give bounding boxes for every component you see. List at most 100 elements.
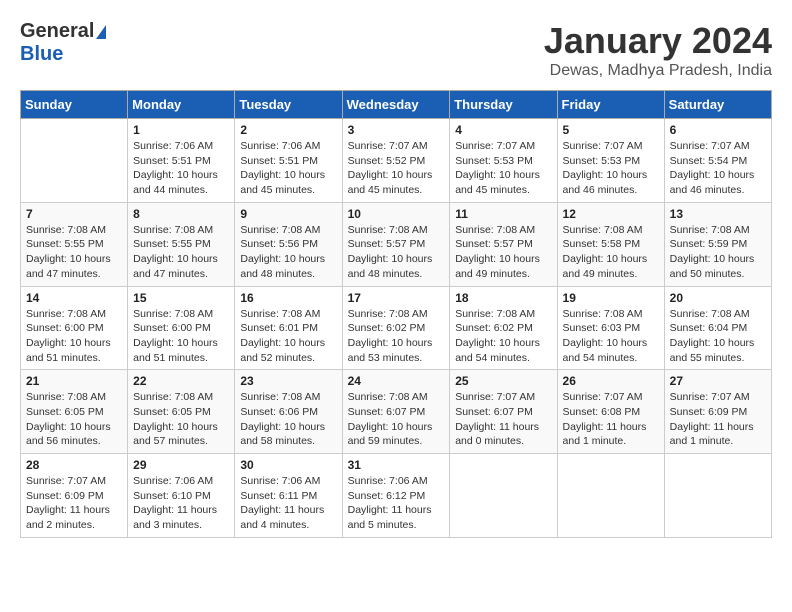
table-row: 7 Sunrise: 7:08 AMSunset: 5:55 PMDayligh… <box>21 202 128 286</box>
day-number: 18 <box>455 291 551 305</box>
day-number: 11 <box>455 207 551 221</box>
calendar-table: Sunday Monday Tuesday Wednesday Thursday… <box>20 90 772 538</box>
day-number: 14 <box>26 291 122 305</box>
day-info: Sunrise: 7:07 AMSunset: 6:07 PMDaylight:… <box>455 390 551 449</box>
table-row: 17 Sunrise: 7:08 AMSunset: 6:02 PMDaylig… <box>342 286 450 370</box>
table-row: 9 Sunrise: 7:08 AMSunset: 5:56 PMDayligh… <box>235 202 342 286</box>
day-info: Sunrise: 7:06 AMSunset: 5:51 PMDaylight:… <box>240 139 336 198</box>
day-number: 26 <box>563 374 659 388</box>
table-row: 31 Sunrise: 7:06 AMSunset: 6:12 PMDaylig… <box>342 454 450 538</box>
table-row: 12 Sunrise: 7:08 AMSunset: 5:58 PMDaylig… <box>557 202 664 286</box>
table-row: 23 Sunrise: 7:08 AMSunset: 6:06 PMDaylig… <box>235 370 342 454</box>
header-wednesday: Wednesday <box>342 91 450 119</box>
table-row: 5 Sunrise: 7:07 AMSunset: 5:53 PMDayligh… <box>557 119 664 203</box>
day-info: Sunrise: 7:08 AMSunset: 5:58 PMDaylight:… <box>563 223 659 282</box>
day-info: Sunrise: 7:07 AMSunset: 5:53 PMDaylight:… <box>563 139 659 198</box>
table-row: 18 Sunrise: 7:08 AMSunset: 6:02 PMDaylig… <box>450 286 557 370</box>
day-number: 27 <box>670 374 766 388</box>
table-row: 28 Sunrise: 7:07 AMSunset: 6:09 PMDaylig… <box>21 454 128 538</box>
header-sunday: Sunday <box>21 91 128 119</box>
day-info: Sunrise: 7:08 AMSunset: 6:06 PMDaylight:… <box>240 390 336 449</box>
header-thursday: Thursday <box>450 91 557 119</box>
day-info: Sunrise: 7:08 AMSunset: 6:02 PMDaylight:… <box>455 307 551 366</box>
location-title: Dewas, Madhya Pradesh, India <box>544 62 772 80</box>
table-row <box>664 454 771 538</box>
day-number: 4 <box>455 123 551 137</box>
page-header: General Blue January 2024 Dewas, Madhya … <box>20 20 772 80</box>
title-section: January 2024 Dewas, Madhya Pradesh, Indi… <box>544 20 772 80</box>
table-row: 29 Sunrise: 7:06 AMSunset: 6:10 PMDaylig… <box>128 454 235 538</box>
header-tuesday: Tuesday <box>235 91 342 119</box>
day-info: Sunrise: 7:08 AMSunset: 6:01 PMDaylight:… <box>240 307 336 366</box>
logo-general-text: General <box>20 20 94 43</box>
table-row: 25 Sunrise: 7:07 AMSunset: 6:07 PMDaylig… <box>450 370 557 454</box>
table-row: 26 Sunrise: 7:07 AMSunset: 6:08 PMDaylig… <box>557 370 664 454</box>
table-row: 30 Sunrise: 7:06 AMSunset: 6:11 PMDaylig… <box>235 454 342 538</box>
day-number: 10 <box>348 207 445 221</box>
table-row: 21 Sunrise: 7:08 AMSunset: 6:05 PMDaylig… <box>21 370 128 454</box>
table-row: 2 Sunrise: 7:06 AMSunset: 5:51 PMDayligh… <box>235 119 342 203</box>
table-row: 20 Sunrise: 7:08 AMSunset: 6:04 PMDaylig… <box>664 286 771 370</box>
day-info: Sunrise: 7:08 AMSunset: 5:59 PMDaylight:… <box>670 223 766 282</box>
header-monday: Monday <box>128 91 235 119</box>
day-info: Sunrise: 7:08 AMSunset: 5:57 PMDaylight:… <box>455 223 551 282</box>
table-row: 22 Sunrise: 7:08 AMSunset: 6:05 PMDaylig… <box>128 370 235 454</box>
day-number: 30 <box>240 458 336 472</box>
table-row: 4 Sunrise: 7:07 AMSunset: 5:53 PMDayligh… <box>450 119 557 203</box>
day-info: Sunrise: 7:07 AMSunset: 6:09 PMDaylight:… <box>670 390 766 449</box>
day-number: 6 <box>670 123 766 137</box>
logo: General Blue <box>20 20 106 66</box>
day-number: 7 <box>26 207 122 221</box>
day-info: Sunrise: 7:07 AMSunset: 6:09 PMDaylight:… <box>26 474 122 533</box>
day-info: Sunrise: 7:08 AMSunset: 6:03 PMDaylight:… <box>563 307 659 366</box>
day-info: Sunrise: 7:06 AMSunset: 6:10 PMDaylight:… <box>133 474 229 533</box>
day-number: 16 <box>240 291 336 305</box>
table-row: 16 Sunrise: 7:08 AMSunset: 6:01 PMDaylig… <box>235 286 342 370</box>
day-info: Sunrise: 7:07 AMSunset: 5:54 PMDaylight:… <box>670 139 766 198</box>
header-saturday: Saturday <box>664 91 771 119</box>
day-info: Sunrise: 7:08 AMSunset: 6:05 PMDaylight:… <box>133 390 229 449</box>
day-info: Sunrise: 7:06 AMSunset: 6:12 PMDaylight:… <box>348 474 445 533</box>
day-number: 12 <box>563 207 659 221</box>
table-row: 11 Sunrise: 7:08 AMSunset: 5:57 PMDaylig… <box>450 202 557 286</box>
day-info: Sunrise: 7:06 AMSunset: 6:11 PMDaylight:… <box>240 474 336 533</box>
day-number: 20 <box>670 291 766 305</box>
table-row: 15 Sunrise: 7:08 AMSunset: 6:00 PMDaylig… <box>128 286 235 370</box>
table-row <box>21 119 128 203</box>
day-number: 8 <box>133 207 229 221</box>
day-number: 9 <box>240 207 336 221</box>
day-number: 17 <box>348 291 445 305</box>
table-row: 13 Sunrise: 7:08 AMSunset: 5:59 PMDaylig… <box>664 202 771 286</box>
day-info: Sunrise: 7:08 AMSunset: 6:05 PMDaylight:… <box>26 390 122 449</box>
table-row <box>557 454 664 538</box>
calendar-week-row: 14 Sunrise: 7:08 AMSunset: 6:00 PMDaylig… <box>21 286 772 370</box>
table-row: 3 Sunrise: 7:07 AMSunset: 5:52 PMDayligh… <box>342 119 450 203</box>
day-number: 21 <box>26 374 122 388</box>
month-title: January 2024 <box>544 20 772 62</box>
day-info: Sunrise: 7:07 AMSunset: 6:08 PMDaylight:… <box>563 390 659 449</box>
day-info: Sunrise: 7:07 AMSunset: 5:53 PMDaylight:… <box>455 139 551 198</box>
day-number: 2 <box>240 123 336 137</box>
table-row: 24 Sunrise: 7:08 AMSunset: 6:07 PMDaylig… <box>342 370 450 454</box>
table-row <box>450 454 557 538</box>
day-info: Sunrise: 7:08 AMSunset: 6:04 PMDaylight:… <box>670 307 766 366</box>
day-info: Sunrise: 7:08 AMSunset: 6:00 PMDaylight:… <box>26 307 122 366</box>
table-row: 10 Sunrise: 7:08 AMSunset: 5:57 PMDaylig… <box>342 202 450 286</box>
day-number: 19 <box>563 291 659 305</box>
logo-icon <box>96 25 106 39</box>
day-number: 28 <box>26 458 122 472</box>
table-row: 1 Sunrise: 7:06 AMSunset: 5:51 PMDayligh… <box>128 119 235 203</box>
calendar-week-row: 1 Sunrise: 7:06 AMSunset: 5:51 PMDayligh… <box>21 119 772 203</box>
day-number: 5 <box>563 123 659 137</box>
table-row: 19 Sunrise: 7:08 AMSunset: 6:03 PMDaylig… <box>557 286 664 370</box>
day-info: Sunrise: 7:08 AMSunset: 6:00 PMDaylight:… <box>133 307 229 366</box>
day-number: 15 <box>133 291 229 305</box>
day-number: 3 <box>348 123 445 137</box>
table-row: 14 Sunrise: 7:08 AMSunset: 6:00 PMDaylig… <box>21 286 128 370</box>
day-info: Sunrise: 7:08 AMSunset: 6:07 PMDaylight:… <box>348 390 445 449</box>
day-number: 31 <box>348 458 445 472</box>
day-number: 25 <box>455 374 551 388</box>
day-number: 1 <box>133 123 229 137</box>
table-row: 27 Sunrise: 7:07 AMSunset: 6:09 PMDaylig… <box>664 370 771 454</box>
day-info: Sunrise: 7:08 AMSunset: 5:55 PMDaylight:… <box>26 223 122 282</box>
